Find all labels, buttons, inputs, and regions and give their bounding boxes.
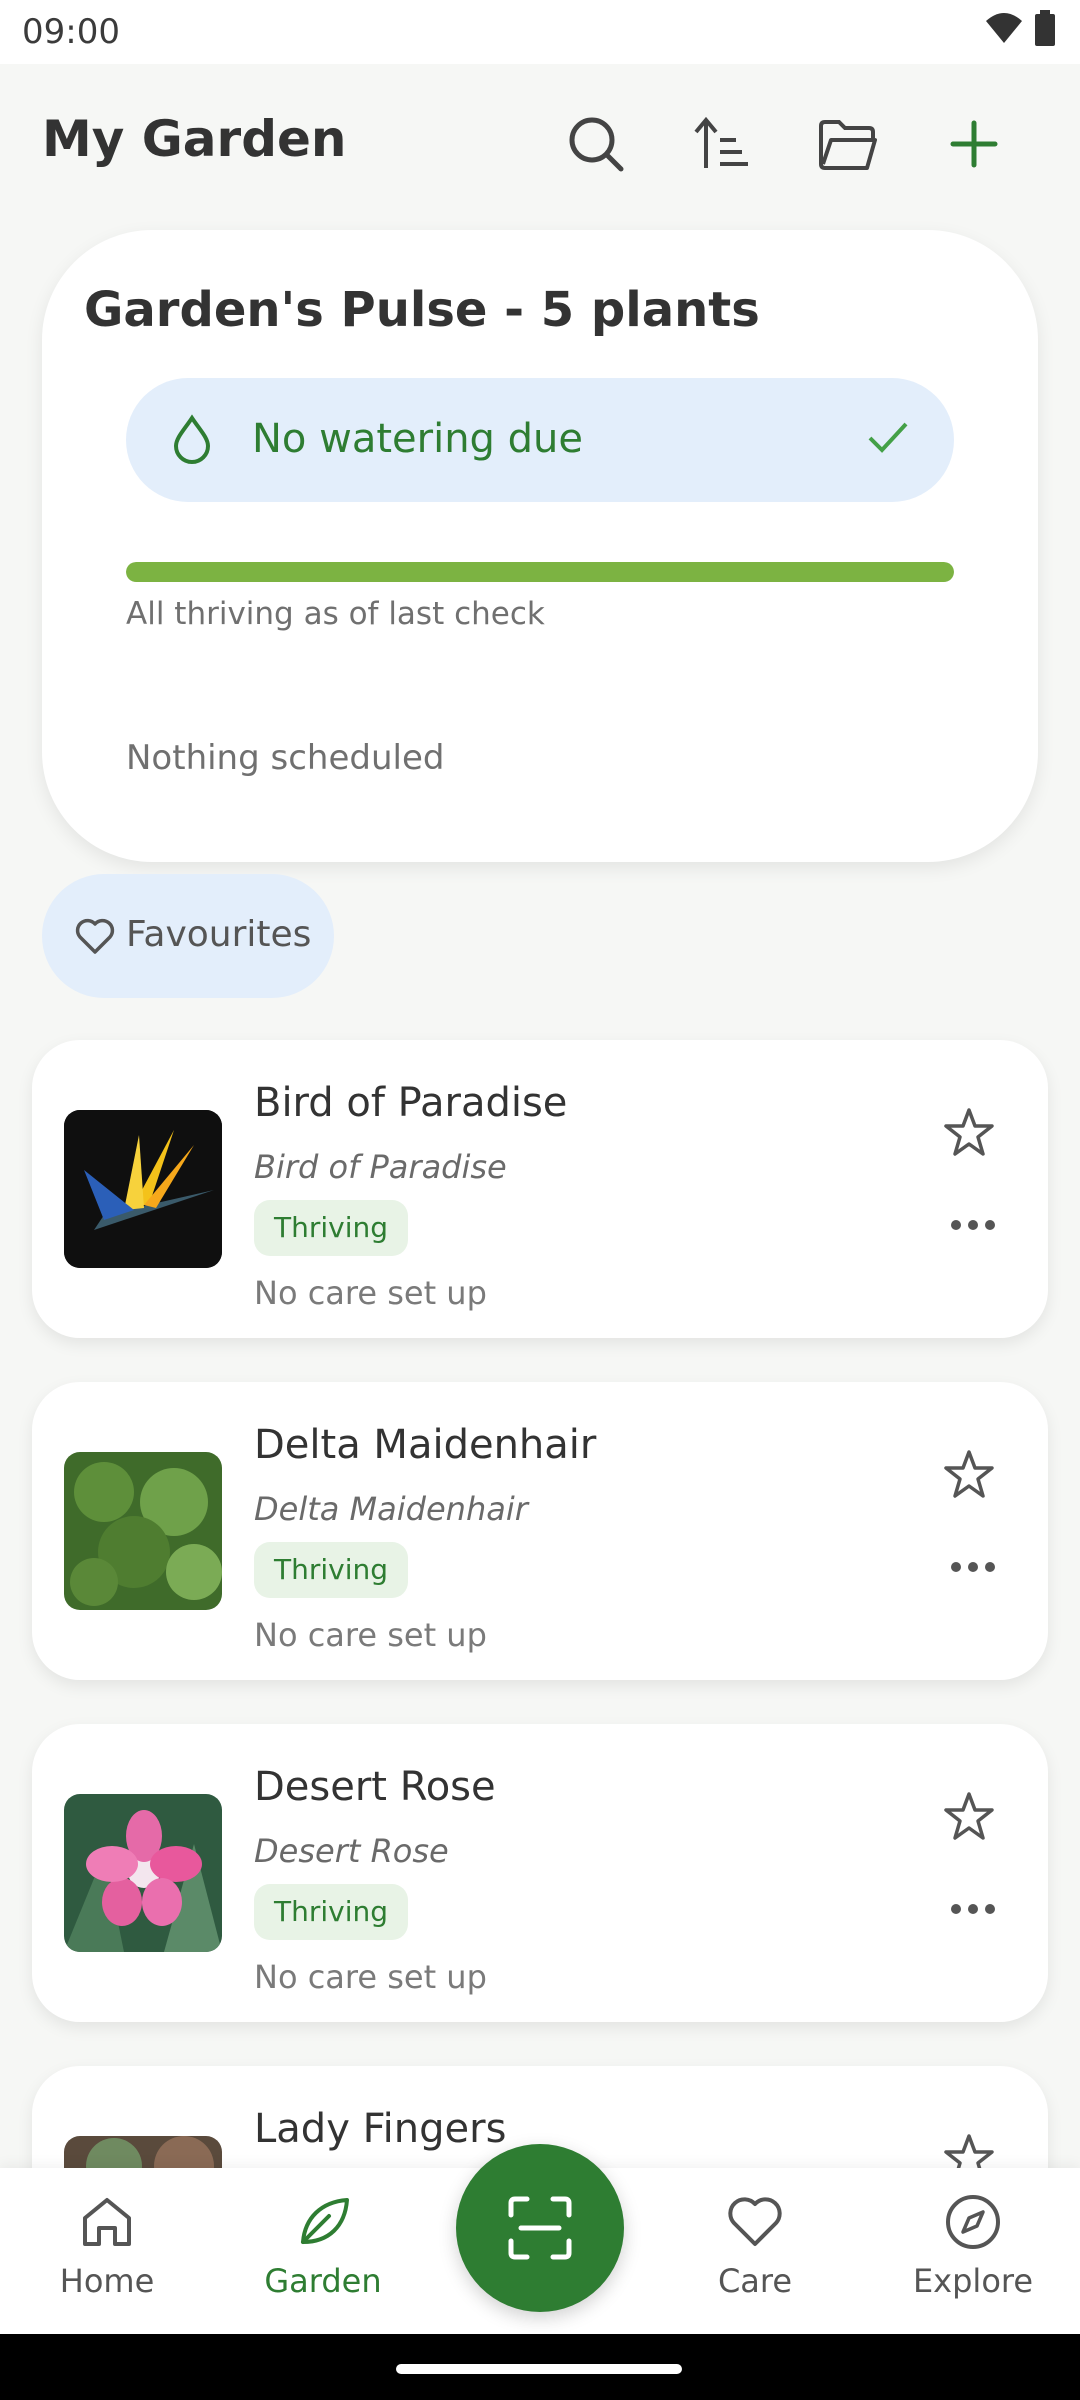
garden-pulse-card[interactable]: Garden's Pulse - 5 plants No watering du…: [42, 230, 1038, 862]
status-time: 09:00: [22, 12, 120, 52]
compass-icon: [946, 2195, 1000, 2249]
battery-icon: [1035, 10, 1055, 46]
status-badge: Thriving: [254, 1542, 409, 1598]
more-options-icon[interactable]: [950, 1902, 996, 1916]
search-icon: [569, 117, 624, 172]
status-badge: Thriving: [254, 1200, 409, 1256]
nav-garden[interactable]: Garden: [248, 2192, 398, 2300]
plant-photo: [64, 1110, 222, 1268]
nav-garden-label: Garden: [264, 2262, 382, 2300]
health-status-text: All thriving as of last check: [126, 596, 545, 632]
leaf-icon: [301, 2198, 349, 2244]
pulse-title: Garden's Pulse - 5 plants: [84, 282, 760, 338]
schedule-text: Nothing scheduled: [126, 738, 445, 778]
home-icon: [83, 2198, 131, 2246]
page-title: My Garden: [42, 110, 347, 168]
star-icon[interactable]: [942, 1790, 996, 1844]
status-bar: 09:00: [0, 0, 1080, 64]
water-drop-icon: [173, 414, 211, 464]
nav-care[interactable]: Care: [680, 2192, 830, 2300]
more-options-icon[interactable]: [950, 1218, 996, 1232]
plant-name: Delta Maidenhair: [254, 1422, 597, 1468]
plant-photo: [64, 1452, 222, 1610]
health-progress-fill: [126, 562, 954, 582]
care-status-text: No care set up: [254, 1616, 487, 1654]
plus-icon: [950, 120, 998, 168]
wifi-icon: [986, 13, 1022, 43]
home-gesture-handle[interactable]: [396, 2364, 682, 2374]
more-options-icon[interactable]: [950, 1560, 996, 1574]
health-progress-bar: [126, 562, 954, 582]
check-icon: [868, 422, 908, 453]
star-icon[interactable]: [942, 1106, 996, 1160]
watering-status-text: No watering due: [252, 416, 583, 462]
scan-plant-button[interactable]: [456, 2144, 624, 2312]
status-icons: [984, 10, 1056, 46]
nav-home[interactable]: Home: [32, 2192, 182, 2300]
folder-icon: [819, 120, 877, 170]
care-status-text: No care set up: [254, 1274, 487, 1312]
system-navigation-bar: [0, 2334, 1080, 2400]
plant-name: Bird of Paradise: [254, 1080, 568, 1126]
favourites-filter-chip[interactable]: Favourites: [42, 874, 334, 998]
nav-explore[interactable]: Explore: [898, 2192, 1048, 2300]
favourites-label: Favourites: [126, 914, 312, 955]
plant-name: Desert Rose: [254, 1764, 496, 1810]
nav-explore-label: Explore: [912, 2262, 1034, 2300]
star-icon[interactable]: [942, 1448, 996, 1502]
folder-button[interactable]: [808, 104, 888, 184]
plant-species: Delta Maidenhair: [254, 1490, 528, 1528]
heart-icon: [75, 918, 115, 954]
plant-card[interactable]: Delta Maidenhair Delta Maidenhair Thrivi…: [32, 1382, 1048, 1680]
app-header: My Garden: [0, 64, 1080, 214]
search-button[interactable]: [556, 104, 636, 184]
care-status-text: No care set up: [254, 1958, 487, 1996]
scan-icon: [508, 2196, 572, 2260]
nav-home-label: Home: [59, 2262, 155, 2300]
status-badge: Thriving: [254, 1884, 409, 1940]
heart-icon: [728, 2197, 782, 2246]
sort-icon: [694, 116, 748, 168]
plant-species: Desert Rose: [254, 1832, 449, 1870]
plant-name: Lady Fingers: [254, 2106, 507, 2152]
plant-species: Bird of Paradise: [254, 1148, 507, 1186]
plant-card[interactable]: Desert Rose Desert Rose Thriving No care…: [32, 1724, 1048, 2022]
watering-status-pill[interactable]: No watering due: [126, 378, 954, 502]
plant-card[interactable]: Bird of Paradise Bird of Paradise Thrivi…: [32, 1040, 1048, 1338]
plant-photo: [64, 1794, 222, 1952]
sort-button[interactable]: [682, 104, 762, 184]
add-plant-button[interactable]: [934, 104, 1014, 184]
nav-care-label: Care: [717, 2262, 793, 2300]
